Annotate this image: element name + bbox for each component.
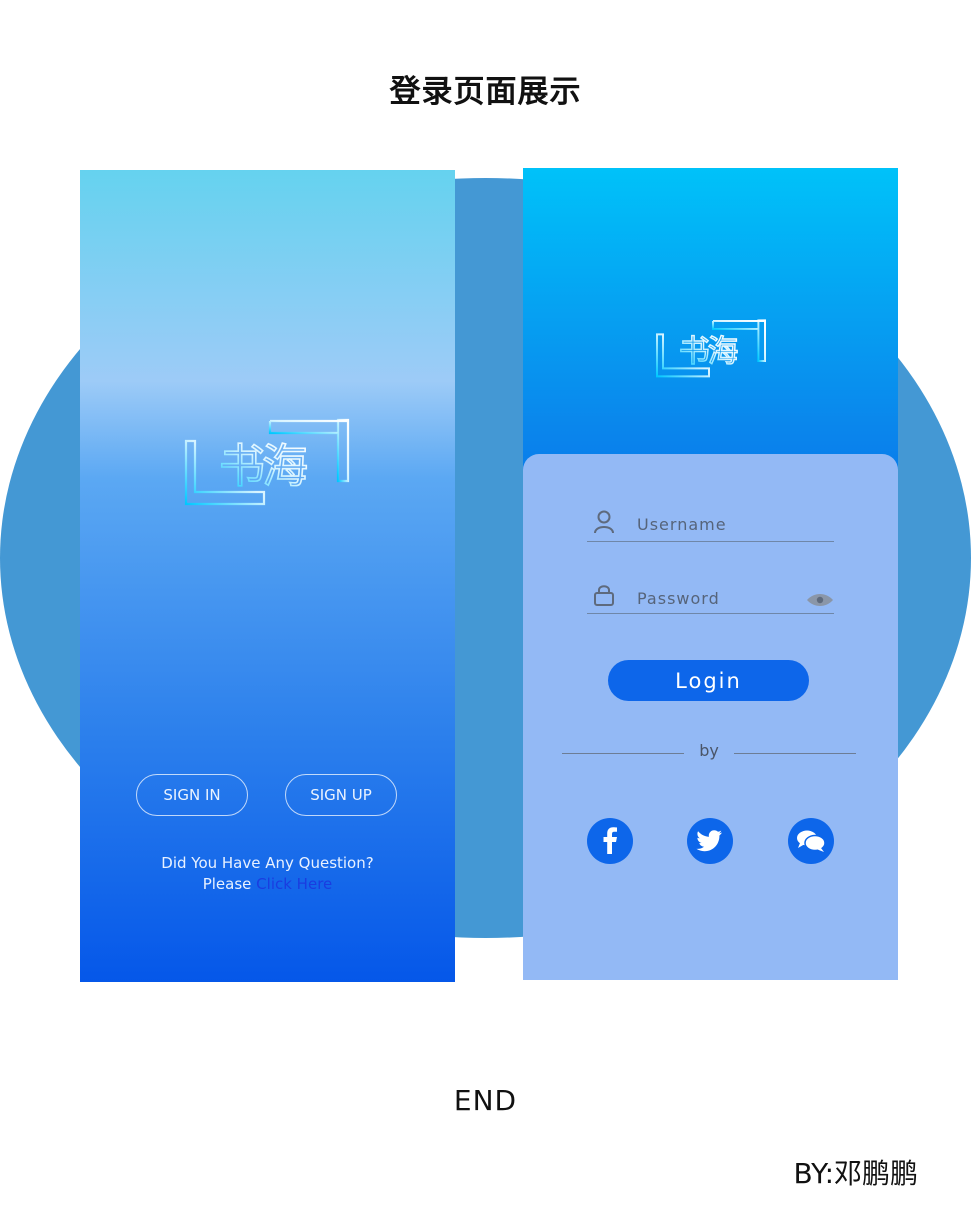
login-card: Login by	[523, 454, 898, 980]
password-input[interactable]	[637, 586, 797, 610]
author-byline: BY:邓鹏鹏	[793, 1157, 919, 1190]
question-text: Did You Have Any Question?	[161, 854, 374, 872]
twitter-icon	[696, 830, 722, 852]
divider-text: by	[699, 741, 719, 760]
page-title: 登录页面展示	[389, 74, 582, 110]
logo-text: 书海	[219, 439, 307, 493]
user-icon	[594, 510, 614, 534]
twitter-button[interactable]	[687, 818, 733, 864]
username-underline	[587, 541, 834, 542]
username-input[interactable]	[637, 512, 797, 536]
message-button[interactable]	[788, 818, 834, 864]
facebook-button[interactable]	[587, 818, 633, 864]
login-button[interactable]: Login	[608, 660, 809, 701]
welcome-screen: 书海 SIGN IN SIGN UP Did You Have Any Ques…	[80, 170, 455, 982]
eye-icon[interactable]	[806, 592, 834, 608]
logo-text: 书海	[679, 335, 738, 370]
message-icon	[797, 830, 826, 852]
facebook-icon	[603, 827, 617, 854]
help-text: Did You Have Any Question? Please Click …	[80, 853, 455, 895]
click-here-link[interactable]: Click Here	[256, 875, 332, 893]
divider-line-right	[734, 753, 856, 754]
password-underline	[587, 613, 834, 614]
sign-in-button[interactable]: SIGN IN	[136, 774, 248, 816]
help-line: Please Click Here	[80, 874, 455, 895]
shuhai-logo-icon: 书海	[184, 418, 350, 506]
divider-line-left	[562, 753, 684, 754]
sign-up-button[interactable]: SIGN UP	[285, 774, 397, 816]
lock-icon	[594, 585, 614, 606]
please-text: Please	[202, 875, 257, 893]
backdrop-bar	[452, 286, 526, 814]
login-screen: 书海 Login by	[523, 168, 898, 980]
shuhai-logo-icon: 书海	[656, 319, 766, 378]
end-label: END	[453, 1084, 518, 1117]
